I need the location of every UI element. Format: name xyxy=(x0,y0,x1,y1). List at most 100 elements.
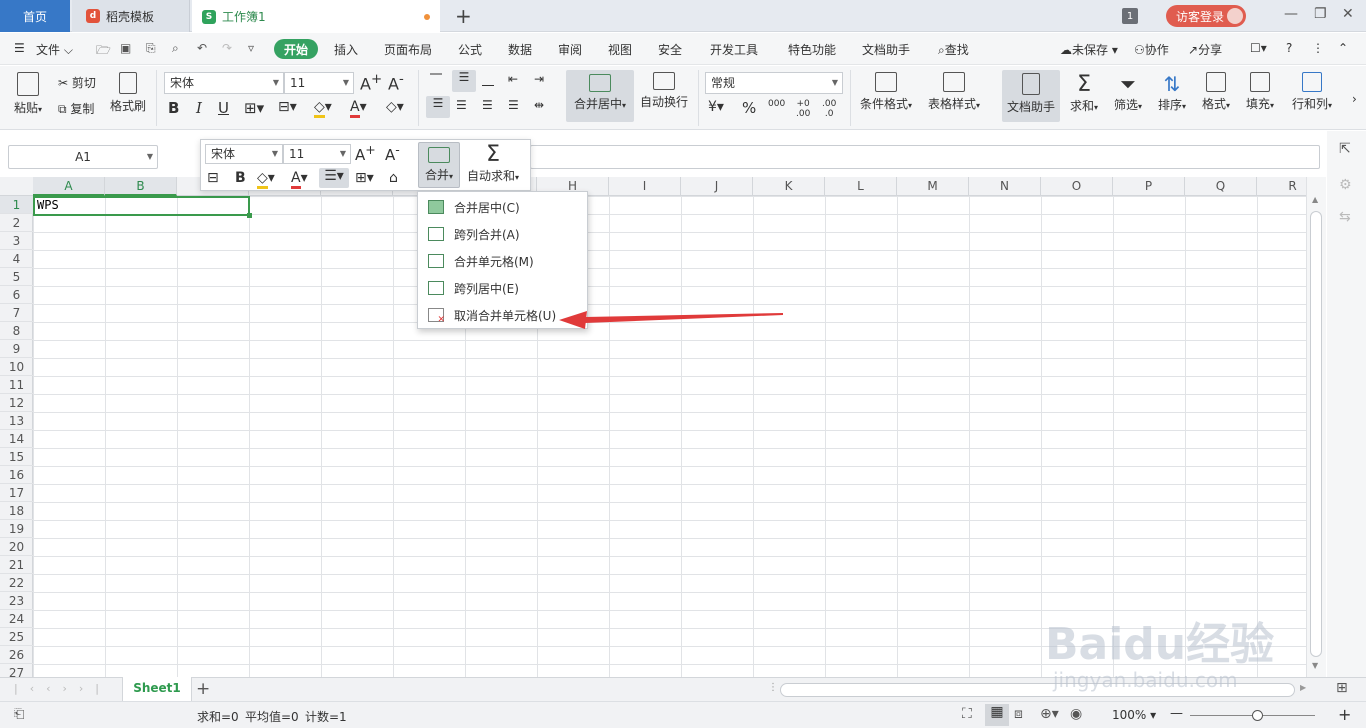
column-header-a[interactable]: A xyxy=(33,177,105,196)
mini-merge-button[interactable]: 合并▾ xyxy=(418,142,460,188)
bold-icon[interactable]: B xyxy=(168,99,179,117)
tab-data[interactable]: 数据 xyxy=(508,41,532,58)
row-header-1[interactable]: 1 xyxy=(0,196,33,214)
row-header-5[interactable]: 5 xyxy=(0,268,33,286)
column-header-j[interactable]: J xyxy=(681,177,753,196)
file-menu[interactable]: 文件 ⌵ xyxy=(36,41,73,58)
indent-decrease-icon[interactable]: ⇤ xyxy=(508,72,518,86)
column-header-o[interactable]: O xyxy=(1041,177,1113,196)
panel-tool-icon[interactable]: ⚙ xyxy=(1339,177,1352,193)
mini-autosum-button[interactable]: Σ 自动求和▾ xyxy=(467,142,519,184)
tab-developer[interactable]: 开发工具 xyxy=(710,41,758,58)
row-header-21[interactable]: 21 xyxy=(0,556,33,574)
row-header-20[interactable]: 20 xyxy=(0,538,33,556)
search-button[interactable]: ⌕查找 xyxy=(938,41,969,58)
unsaved-button[interactable]: ☁未保存 ▾ xyxy=(1060,41,1118,58)
row-header-15[interactable]: 15 xyxy=(0,448,33,466)
row-header-24[interactable]: 24 xyxy=(0,610,33,628)
fill-button[interactable]: 填充▾ xyxy=(1246,72,1274,112)
menu-center-across[interactable]: 跨列居中(E) xyxy=(420,275,586,301)
page-layout-icon[interactable]: ⧈ xyxy=(1014,706,1023,722)
zoom-out-icon[interactable]: — xyxy=(1170,706,1183,721)
tab-start[interactable]: 开始 xyxy=(274,39,318,59)
scroll-up-icon[interactable]: ▲ xyxy=(1312,195,1318,204)
borders-icon[interactable]: ⊞▾ xyxy=(244,99,264,117)
tab-daoke[interactable]: d 稻壳模板 xyxy=(72,0,190,32)
row-header-2[interactable]: 2 xyxy=(0,214,33,232)
restore-icon[interactable]: ❐ xyxy=(1314,6,1327,22)
mini-align-icon[interactable]: ☰▾ xyxy=(319,168,349,188)
sort-button[interactable]: ⇅ 排序▾ xyxy=(1158,72,1186,113)
table-style-button[interactable]: 表格样式▾ xyxy=(928,72,980,112)
mini-fill-color-icon[interactable]: ◇▾ xyxy=(257,170,275,189)
align-top-icon[interactable]: ⎺ xyxy=(430,72,442,87)
column-header-l[interactable]: L xyxy=(825,177,897,196)
column-header-n[interactable]: N xyxy=(969,177,1041,196)
merge-center-button[interactable]: 合并居中▾ xyxy=(566,70,634,122)
undo-icon[interactable]: ↶ xyxy=(197,41,207,55)
scroll-down-icon[interactable]: ▼ xyxy=(1312,661,1318,670)
mini-wrap-icon[interactable]: ⊟ xyxy=(207,170,219,186)
row-header-4[interactable]: 4 xyxy=(0,250,33,268)
zoom-select[interactable]: 100% ▾ xyxy=(1112,708,1156,722)
row-header-6[interactable]: 6 xyxy=(0,286,33,304)
vertical-scroll-thumb[interactable] xyxy=(1310,211,1322,657)
conditional-format-button[interactable]: 条件格式▾ xyxy=(860,72,912,112)
panel-tool2-icon[interactable]: ⇆ xyxy=(1339,209,1351,225)
mini-increase-font-icon[interactable]: A+ xyxy=(355,142,376,164)
font-color-icon[interactable]: A▾ xyxy=(350,99,367,118)
tab-insert[interactable]: 插入 xyxy=(334,41,358,58)
row-header-18[interactable]: 18 xyxy=(0,502,33,520)
export-icon[interactable]: ⎘ xyxy=(146,41,156,56)
print-preview-icon[interactable]: ⌕ xyxy=(172,41,179,56)
spreadsheet-grid[interactable]: ABCDEFGHIJKLMNOPQR 123456789101112131415… xyxy=(0,177,1306,677)
sum-button[interactable]: Σ 求和▾ xyxy=(1070,72,1098,114)
align-middle-icon[interactable]: ☰ xyxy=(452,70,476,92)
mini-font-color-icon[interactable]: A▾ xyxy=(291,170,308,189)
window-count-badge[interactable]: 1 xyxy=(1122,8,1138,24)
fill-color-icon[interactable]: ◇▾ xyxy=(314,99,332,118)
tab-review[interactable]: 审阅 xyxy=(558,41,582,58)
fullscreen-icon[interactable]: ⛶ xyxy=(962,706,972,722)
close-icon[interactable]: ✕ xyxy=(1342,6,1354,22)
formula-input[interactable] xyxy=(530,145,1320,169)
currency-icon[interactable]: ¥▾ xyxy=(708,99,724,115)
mini-font-select[interactable]: 宋体 ▼ xyxy=(205,144,283,164)
row-header-13[interactable]: 13 xyxy=(0,412,33,430)
hamburger-icon[interactable]: ☰ xyxy=(14,41,25,55)
column-header-k[interactable]: K xyxy=(753,177,825,196)
toolbar-options-icon[interactable]: ☐▾ xyxy=(1250,41,1267,55)
mini-painter-icon[interactable]: ⌂ xyxy=(389,170,398,186)
justify-icon[interactable]: ☰ xyxy=(508,98,519,112)
distribute-icon[interactable]: ⇹ xyxy=(534,98,544,112)
filter-button[interactable]: ⏷ 筛选▾ xyxy=(1114,72,1142,113)
format-button[interactable]: 格式▾ xyxy=(1202,72,1230,112)
cursor-select-icon[interactable]: ⇱ xyxy=(1339,141,1351,157)
decrease-font-icon[interactable]: A- xyxy=(388,72,404,93)
quick-access-dropdown-icon[interactable]: ▿ xyxy=(248,41,254,55)
row-header-26[interactable]: 26 xyxy=(0,646,33,664)
eye-protect-icon[interactable]: ◉ xyxy=(1070,706,1082,722)
increase-font-icon[interactable]: A+ xyxy=(360,72,382,93)
column-header-i[interactable]: I xyxy=(609,177,681,196)
align-bottom-icon[interactable]: ⎽ xyxy=(482,72,494,87)
cell-style-icon[interactable]: ⊟▾ xyxy=(278,99,297,115)
align-right-icon[interactable]: ☰ xyxy=(482,98,493,112)
italic-icon[interactable]: I xyxy=(196,99,202,117)
tab-workbook[interactable]: S 工作簿1 xyxy=(192,0,440,33)
row-header-17[interactable]: 17 xyxy=(0,484,33,502)
cell-a1[interactable]: WPS xyxy=(33,196,252,218)
column-header-m[interactable]: M xyxy=(897,177,969,196)
column-header-q[interactable]: Q xyxy=(1185,177,1257,196)
tab-security[interactable]: 安全 xyxy=(658,41,682,58)
thousands-icon[interactable]: 000 xyxy=(768,99,785,109)
indent-increase-icon[interactable]: ⇥ xyxy=(534,72,544,86)
share-button[interactable]: ↗分享 xyxy=(1188,41,1222,58)
row-header-23[interactable]: 23 xyxy=(0,592,33,610)
column-header-r[interactable]: R xyxy=(1257,177,1306,196)
format-painter-button[interactable]: 格式刷 xyxy=(110,72,146,114)
add-sheet-icon[interactable]: + xyxy=(196,679,210,699)
clear-icon[interactable]: ◇▾ xyxy=(386,99,404,115)
hscroll-menu-icon[interactable]: ⋮ xyxy=(768,682,778,693)
vertical-scrollbar[interactable]: ▲ ▼ xyxy=(1306,177,1326,677)
